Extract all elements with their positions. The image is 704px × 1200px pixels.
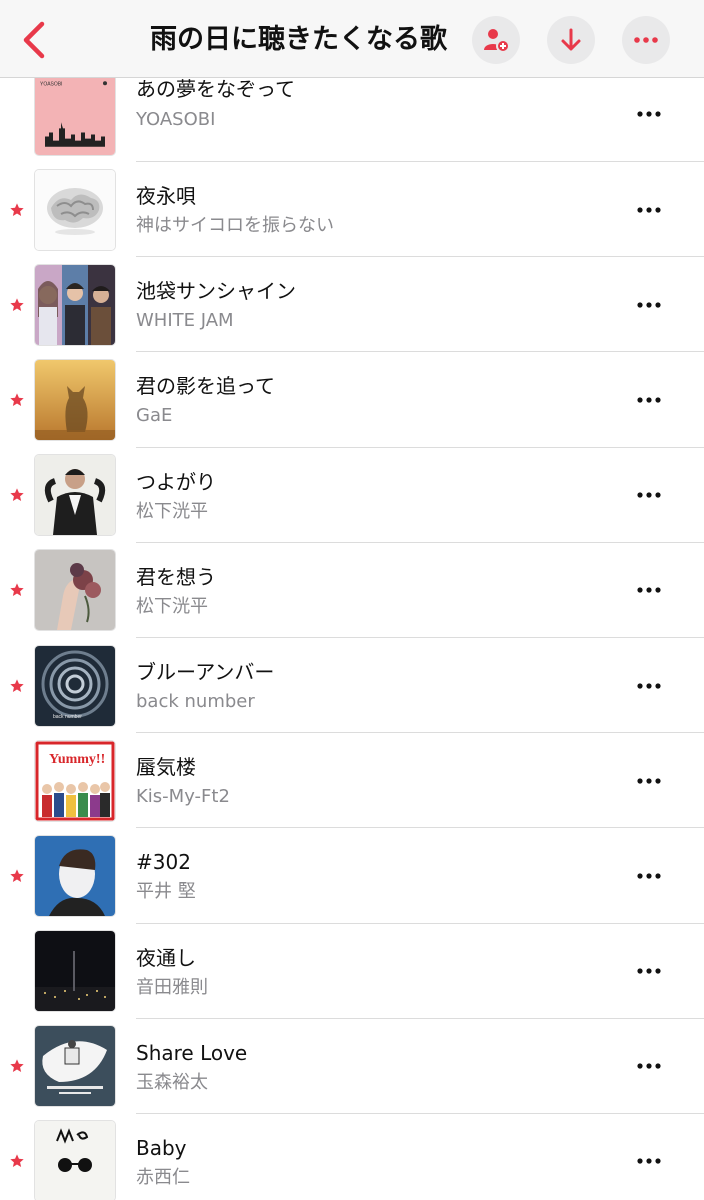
favorite-star-icon [10,393,24,406]
favorite-star-icon [10,869,24,882]
favorite-star-icon [10,298,24,311]
more-options-button[interactable] [622,16,670,64]
song-row[interactable]: Baby 赤西仁 [0,1114,704,1200]
more-icon [637,302,661,308]
song-row[interactable]: つよがり 松下洸平 [0,448,704,543]
album-artwork [34,454,116,537]
album-artwork [34,834,116,917]
song-more-button[interactable] [626,195,672,225]
song-title: 君の影を追って [136,374,275,399]
playlist-header: 雨の日に聴きたくなる歌 [0,0,704,78]
song-row[interactable]: Share Love 玉森裕太 [0,1019,704,1114]
more-icon [637,873,661,879]
song-row[interactable]: back number ブルーアンバー back number [0,638,704,734]
song-row[interactable]: 池袋サンシャイン WHITE JAM [0,257,704,353]
back-button[interactable] [14,18,54,62]
song-row[interactable]: 君の影を追って GaE [0,352,704,448]
song-more-button[interactable] [626,766,672,796]
favorite-star-icon [10,202,24,216]
song-artist: WHITE JAM [136,310,234,332]
song-row[interactable]: Yummy!! 蜃気楼 Kis-My-Ft2 [0,733,704,829]
song-artist: Kis-My-Ft2 [136,786,230,808]
song-artist: GaE [136,405,173,427]
more-icon [637,397,661,403]
song-row[interactable]: 夜永唄 神はサイコロを振らない [0,162,704,258]
song-more-button[interactable] [626,480,672,510]
more-icon [637,206,661,213]
song-artist: 音田雅則 [136,976,208,998]
song-more-button[interactable] [626,956,672,986]
song-artist: 平井 堅 [136,881,196,903]
favorite-star-icon [10,1059,24,1073]
song-title: Share Love [136,1040,248,1065]
more-icon [637,968,661,974]
more-icon [637,587,661,593]
song-row[interactable]: #302 平井 堅 [0,828,704,924]
song-artist: 玉森裕太 [136,1071,208,1093]
favorite-star-icon [10,488,24,502]
more-icon [637,111,661,117]
song-title: つよがり [136,469,216,494]
favorite-star-icon [10,1154,24,1168]
album-artwork [34,263,116,346]
download-button[interactable] [547,16,595,64]
song-title: 夜通し [136,945,196,970]
add-collaborator-icon [484,29,510,53]
song-row[interactable]: 君を想う 松下洸平 [0,543,704,638]
song-artist: back number [136,690,255,712]
song-more-button[interactable] [626,99,672,129]
page-title: 雨の日に聴きたくなる歌 [150,24,447,55]
song-row[interactable]: YOASOBI あの夢をなぞって YOASOBI [0,66,704,162]
song-title: Baby [136,1135,187,1160]
song-more-button[interactable] [626,1146,672,1176]
song-more-button[interactable] [626,290,672,320]
favorite-star-icon [10,678,24,692]
song-artist: 松下洸平 [136,500,208,522]
song-artist: 松下洸平 [136,595,208,617]
add-collaborator-button[interactable] [472,16,520,64]
song-artist: YOASOBI [136,109,216,130]
more-icon [637,1158,661,1165]
song-more-button[interactable] [626,861,672,891]
chevron-left-icon [23,21,45,59]
song-title: #302 [136,850,191,875]
song-list: YOASOBI あの夢をなぞって YOASOBI 夜永唄 神はサイコロを振らない [0,66,704,1200]
song-title: 蜃気楼 [136,755,196,780]
song-more-button[interactable] [626,575,672,605]
album-artwork [34,1025,116,1108]
song-title: あの夢をなぞって [136,77,295,101]
song-more-button[interactable] [626,671,672,701]
album-artwork [34,358,116,441]
more-icon [637,492,661,498]
svg-text:back number: back number [53,714,82,720]
song-more-button[interactable] [626,1051,672,1081]
more-icon [634,37,658,43]
svg-text:YOASOBI: YOASOBI [40,81,62,87]
more-icon [637,778,661,784]
song-title: 君を想う [136,564,216,589]
more-icon [637,1063,661,1069]
album-artwork [34,549,116,632]
song-title: 池袋サンシャイン [136,279,296,304]
song-title: ブルーアンバー [136,659,275,684]
song-row[interactable]: 夜通し 音田雅則 [0,924,704,1019]
album-artwork [34,168,116,251]
more-icon [637,682,661,689]
song-title: 夜永唄 [136,184,196,208]
song-artist: 赤西仁 [136,1166,190,1188]
album-artwork: YOASOBI [34,72,116,156]
album-artwork [34,1120,116,1200]
song-artist: 神はサイコロを振らない [136,215,334,236]
song-more-button[interactable] [626,385,672,415]
download-icon [561,28,581,51]
album-artwork: back number [34,644,116,727]
svg-text:Yummy!!: Yummy!! [49,752,105,767]
album-artwork [34,930,116,1013]
favorite-star-icon [10,583,24,597]
album-artwork: Yummy!! [34,739,116,822]
